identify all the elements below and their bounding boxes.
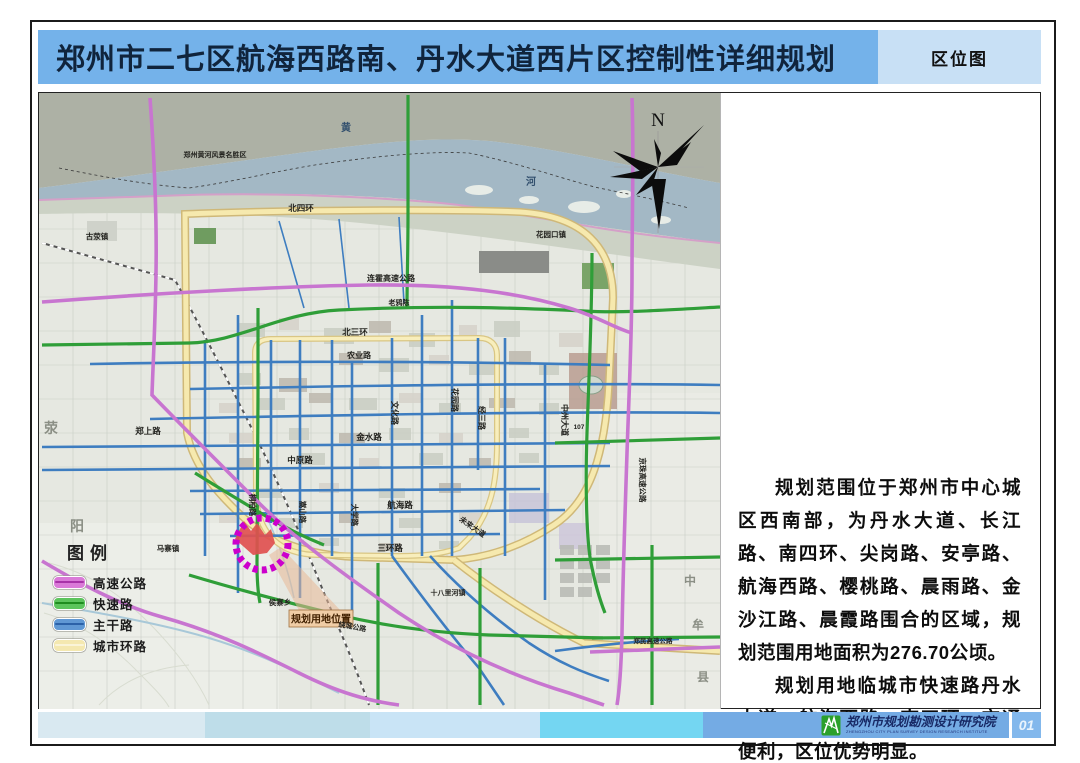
map-label: 郑上路 bbox=[135, 426, 161, 436]
page-title: 郑州市二七区航海西路南、丹水大道西片区控制性详细规划 bbox=[38, 36, 836, 78]
map-label: 三环路 bbox=[377, 543, 403, 553]
corner-label: 区位图 bbox=[931, 45, 988, 70]
map-label: 中州大道 bbox=[560, 404, 570, 436]
legend-label: 城市环路 bbox=[93, 636, 147, 655]
map-label: 北四环 bbox=[288, 203, 314, 213]
map-label: 十八里河镇 bbox=[431, 588, 466, 597]
institute-text: 郑州市规划勘测设计研究院 ZHENGZHOU CITY PLAN SURVEY … bbox=[846, 716, 1003, 735]
footer-segment-1 bbox=[38, 712, 205, 738]
map-label: 京珠高速公路 bbox=[638, 458, 648, 503]
legend-swatch bbox=[53, 597, 86, 610]
map-label: 郑州黄河风景名胜区 bbox=[184, 150, 247, 159]
content-frame: 规划用地位置 N bbox=[38, 92, 1041, 709]
legend-label: 高速公路 bbox=[93, 573, 147, 592]
map-label: 桐柏路 bbox=[248, 494, 258, 517]
map-label: 老鸦陈 bbox=[388, 298, 410, 307]
institute-logo-icon bbox=[821, 715, 841, 736]
description-paragraph-1: 规划范围位于郑州市中心城区西南部，为丹水大道、长江路、南四环、尖岗路、安亭路、航… bbox=[738, 471, 1021, 669]
map-label: 嵩山路 bbox=[298, 501, 308, 524]
legend-swatch bbox=[53, 618, 86, 631]
map-label: 文化路 bbox=[390, 401, 400, 426]
legend-title: 图例 bbox=[67, 539, 173, 564]
institute-name: 郑州市规划勘测设计研究院 bbox=[846, 716, 1003, 729]
map-legend: 图例 高速公路快速路主干路城市环路 bbox=[53, 539, 173, 656]
map-label: 牟 bbox=[692, 617, 704, 632]
map-label: 侯寨乡 bbox=[269, 597, 292, 607]
institute-block: 郑州市规划勘测设计研究院 ZHENGZHOU CITY PLAN SURVEY … bbox=[821, 715, 1003, 736]
map-label: 县 bbox=[697, 670, 709, 684]
map-label: 航海路 bbox=[387, 500, 413, 510]
footer-segment-5: 郑州市规划勘测设计研究院 ZHENGZHOU CITY PLAN SURVEY … bbox=[703, 712, 1041, 738]
plan-document-page: 郑州市二七区航海西路南、丹水大道西片区控制性详细规划 区位图 bbox=[0, 0, 1080, 763]
map-label: 连霍高速公路 bbox=[367, 273, 416, 283]
map-label: 金水路 bbox=[355, 432, 382, 442]
map-label: 大学路 bbox=[350, 504, 360, 527]
legend-label: 快速路 bbox=[93, 594, 134, 613]
map-label: 河 bbox=[526, 176, 536, 188]
map-label: 花园口镇 bbox=[536, 229, 566, 239]
map-label: 中 bbox=[684, 573, 696, 588]
map-label: 黄 bbox=[341, 121, 351, 134]
header-corner: 区位图 bbox=[878, 30, 1041, 84]
map-label: 古荥镇 bbox=[86, 231, 109, 241]
legend-items: 高速公路快速路主干路城市环路 bbox=[53, 572, 173, 656]
legend-swatch bbox=[53, 576, 86, 589]
header-title-bar: 郑州市二七区航海西路南、丹水大道西片区控制性详细规划 bbox=[38, 30, 878, 84]
legend-item: 城市环路 bbox=[53, 635, 173, 656]
map-label: 农业路 bbox=[346, 350, 372, 360]
location-map: 规划用地位置 N bbox=[39, 93, 721, 709]
legend-item: 快速路 bbox=[53, 593, 173, 614]
legend-swatch bbox=[53, 639, 86, 652]
map-label: 荥 bbox=[44, 420, 58, 436]
map-label: 花园路 bbox=[450, 388, 460, 413]
footer-bar: 郑州市规划勘测设计研究院 ZHENGZHOU CITY PLAN SURVEY … bbox=[38, 712, 1041, 738]
footer-segment-3 bbox=[370, 712, 540, 738]
page-number: 01 bbox=[1012, 712, 1041, 738]
map-label: 阳 bbox=[70, 518, 84, 534]
legend-item: 高速公路 bbox=[53, 572, 173, 593]
map-label: 107 bbox=[574, 424, 585, 431]
legend-label: 主干路 bbox=[93, 615, 134, 634]
map-label: 经三路 bbox=[477, 406, 487, 431]
map-label: 郑民高速公路 bbox=[634, 636, 674, 645]
map-label: 北三环 bbox=[342, 327, 368, 337]
north-arrow-n: N bbox=[651, 110, 665, 131]
map-label: 中原路 bbox=[287, 455, 313, 465]
institute-name-en: ZHENGZHOU CITY PLAN SURVEY DESIGN RESEAR… bbox=[846, 729, 988, 734]
footer-segment-4 bbox=[540, 712, 703, 738]
footer-segment-2 bbox=[205, 712, 370, 738]
legend-item: 主干路 bbox=[53, 614, 173, 635]
